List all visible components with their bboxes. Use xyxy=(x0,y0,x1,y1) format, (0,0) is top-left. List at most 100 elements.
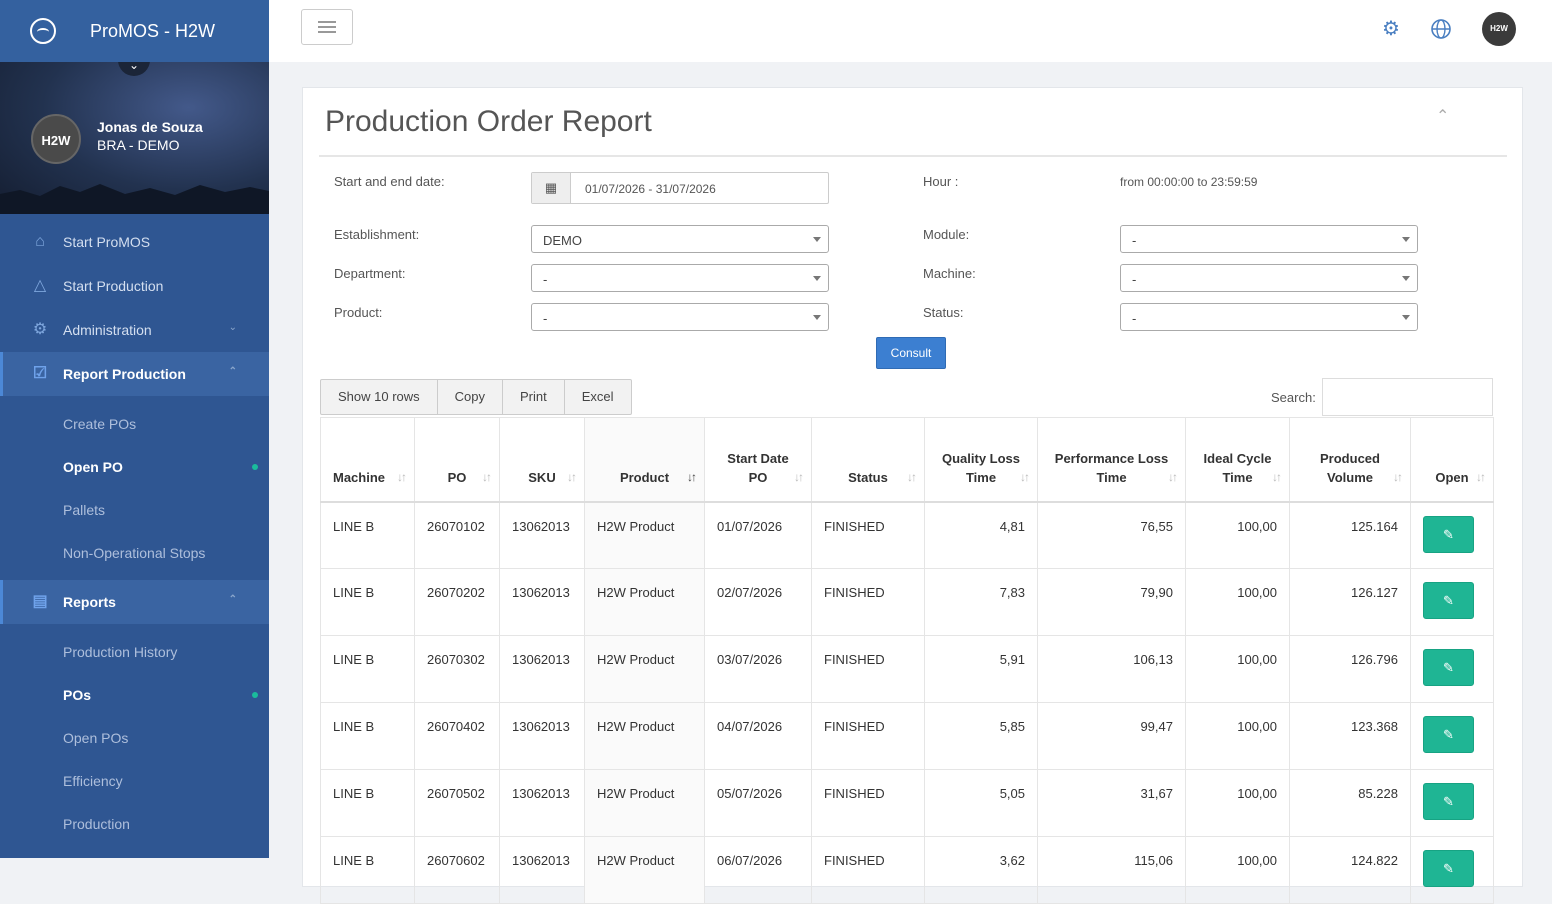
column-header[interactable]: Status ↓↑ xyxy=(811,417,925,503)
hour-label: Hour : xyxy=(923,174,959,189)
table-cell: 5,85 xyxy=(924,702,1038,770)
sidebar-item-report-production[interactable]: ☑ Report Production ⌃ xyxy=(0,352,269,396)
sidebar-subitem-pallets[interactable]: Pallets xyxy=(0,488,269,531)
table-cell: 26070302 xyxy=(414,635,500,703)
search-input[interactable] xyxy=(1322,378,1493,416)
date-range-input[interactable]: ▦ 01/07/2026 - 31/07/2026 xyxy=(531,172,829,204)
open-edit-button[interactable]: ✎ xyxy=(1423,582,1474,619)
table-row: LINE B 26070102 13062013 H2W Product 01/07/2… xyxy=(320,501,1494,569)
table-cell: H2W Product xyxy=(584,635,705,703)
table-cell: 4,81 xyxy=(924,501,1038,569)
sidebar-item-reports[interactable]: ▤ Reports ⌃ xyxy=(0,580,269,624)
excel-button[interactable]: Excel xyxy=(565,380,631,414)
column-header[interactable]: PO ↓↑ xyxy=(414,417,500,503)
table-cell: 125.164 xyxy=(1289,501,1411,569)
column-header[interactable]: Performance Loss Time ↓↑ xyxy=(1037,417,1186,503)
gear-icon[interactable]: ⚙ xyxy=(1378,16,1404,42)
table-cell: H2W Product xyxy=(584,501,705,569)
bar-chart-icon: ▤ xyxy=(32,593,48,610)
sidebar-item-start-production[interactable]: △ Start Production xyxy=(0,264,269,308)
sidebar-subitem-label: Non-Operational Stops xyxy=(63,544,206,561)
table-cell: 85.228 xyxy=(1289,769,1411,837)
column-header-label: Status xyxy=(848,469,888,485)
sidebar-subitem-production-history[interactable]: Production History xyxy=(0,630,269,673)
sidebar-subitem-efficiency[interactable]: Efficiency xyxy=(0,759,269,802)
table-toolbar: Show 10 rows Copy Print Excel xyxy=(320,379,632,415)
open-edit-button[interactable]: ✎ xyxy=(1423,716,1474,753)
column-header[interactable]: Quality Loss Time ↓↑ xyxy=(924,417,1038,503)
open-edit-button[interactable]: ✎ xyxy=(1423,515,1474,553)
status-select[interactable]: - xyxy=(1120,303,1418,331)
table-cell: 26070502 xyxy=(414,769,500,837)
sort-arrows-icon: ↓↑ xyxy=(482,469,492,484)
hamburger-menu-button[interactable] xyxy=(301,9,353,45)
column-header[interactable]: SKU ↓↑ xyxy=(499,417,585,503)
department-select[interactable]: - xyxy=(531,264,829,292)
user-org: BRA - DEMO xyxy=(97,137,180,153)
table-body: LINE B 26070102 13062013 H2W Product 01/07/2… xyxy=(320,501,1494,904)
column-header[interactable]: Open ↓↑ xyxy=(1410,417,1494,503)
sidebar-subitem-open-po[interactable]: Open PO xyxy=(0,445,269,488)
column-header[interactable]: Start Date PO ↓↑ xyxy=(704,417,812,503)
table-cell: 100,00 xyxy=(1185,635,1290,703)
profile-toggle-chevron-icon[interactable]: ⌄ xyxy=(118,62,150,76)
open-edit-button[interactable]: ✎ xyxy=(1423,783,1474,820)
column-header-label: Performance Loss Time xyxy=(1054,450,1169,485)
calendar-icon: ▦ xyxy=(532,173,571,203)
column-header[interactable]: Ideal Cycle Time ↓↑ xyxy=(1185,417,1290,503)
globe-icon[interactable] xyxy=(1428,16,1454,42)
brand-bar[interactable]: ProMOS - H2W xyxy=(0,0,269,62)
table-cell: 100,00 xyxy=(1185,769,1290,837)
copy-button[interactable]: Copy xyxy=(438,380,504,414)
column-header[interactable]: Product ↓↑ xyxy=(584,417,705,503)
sort-arrows-icon: ↓↑ xyxy=(1020,469,1030,484)
table-row: LINE B 26070402 13062013 H2W Product 04/07/2… xyxy=(320,702,1494,770)
report-card: Production Order Report ⌃ Start and end … xyxy=(302,87,1523,904)
sidebar-subitem-label: Production History xyxy=(63,643,178,660)
column-header-label: Produced Volume xyxy=(1320,450,1380,485)
sidebar-item-label: Administration xyxy=(63,322,152,338)
open-cell: ✎ xyxy=(1410,501,1494,569)
sidebar-item-start-promos[interactable]: ⌂ Start ProMOS xyxy=(0,220,269,264)
column-header[interactable]: Machine ↓↑ xyxy=(320,417,415,503)
collapse-chevron-icon[interactable]: ⌃ xyxy=(1436,106,1449,126)
checkbox-icon: ☑ xyxy=(32,365,48,382)
sidebar-item-administration[interactable]: ⚙ Administration ⌄ xyxy=(0,308,269,352)
machine-select[interactable]: - xyxy=(1120,264,1418,292)
show-rows-button[interactable]: Show 10 rows xyxy=(321,380,438,414)
sidebar-subitem-open-pos[interactable]: Open POs xyxy=(0,716,269,759)
page-title: Production Order Report xyxy=(325,105,652,138)
table-cell: 124.822 xyxy=(1289,836,1411,904)
table-cell: H2W Product xyxy=(584,769,705,837)
table-cell: 100,00 xyxy=(1185,702,1290,770)
table-cell: 13062013 xyxy=(499,568,585,636)
open-cell: ✎ xyxy=(1410,769,1494,837)
sidebar-subitem-non-operational-stops[interactable]: Non-Operational Stops xyxy=(0,531,269,574)
print-button[interactable]: Print xyxy=(503,380,565,414)
table-cell: 06/07/2026 xyxy=(704,836,812,904)
open-edit-button[interactable]: ✎ xyxy=(1423,649,1474,686)
date-range-value: 01/07/2026 - 31/07/2026 xyxy=(585,182,716,196)
open-edit-button[interactable]: ✎ xyxy=(1423,850,1474,887)
column-header-label: Ideal Cycle Time xyxy=(1203,450,1272,485)
product-select[interactable]: - xyxy=(531,303,829,331)
consult-button[interactable]: Consult xyxy=(876,337,946,369)
table-cell: 106,13 xyxy=(1037,635,1186,703)
table-cell: 04/07/2026 xyxy=(704,702,812,770)
sidebar-subitem-production[interactable]: Production xyxy=(0,802,269,845)
active-dot-icon xyxy=(252,464,258,470)
sidebar-subitem-create-pos[interactable]: Create POs xyxy=(0,402,269,445)
sidebar-subitem-pos[interactable]: POs xyxy=(0,673,269,716)
topbar-avatar[interactable]: H2W xyxy=(1482,12,1516,46)
top-bar: ⚙ H2W xyxy=(269,0,1552,62)
sidebar-subitem-label: Open POs xyxy=(63,729,129,746)
establishment-select[interactable]: DEMO xyxy=(531,225,829,253)
column-header[interactable]: Produced Volume ↓↑ xyxy=(1289,417,1411,503)
table-cell: H2W Product xyxy=(584,836,705,904)
table-cell: LINE B xyxy=(320,702,415,770)
speedometer-logo-icon xyxy=(30,18,56,44)
user-avatar[interactable]: H2W xyxy=(31,114,81,164)
table-cell: FINISHED xyxy=(811,769,925,837)
po-table: Machine ↓↑ PO ↓↑ SKU ↓↑ Product ↓↑ Start Date PO… xyxy=(320,417,1494,904)
module-select[interactable]: - xyxy=(1120,225,1418,253)
